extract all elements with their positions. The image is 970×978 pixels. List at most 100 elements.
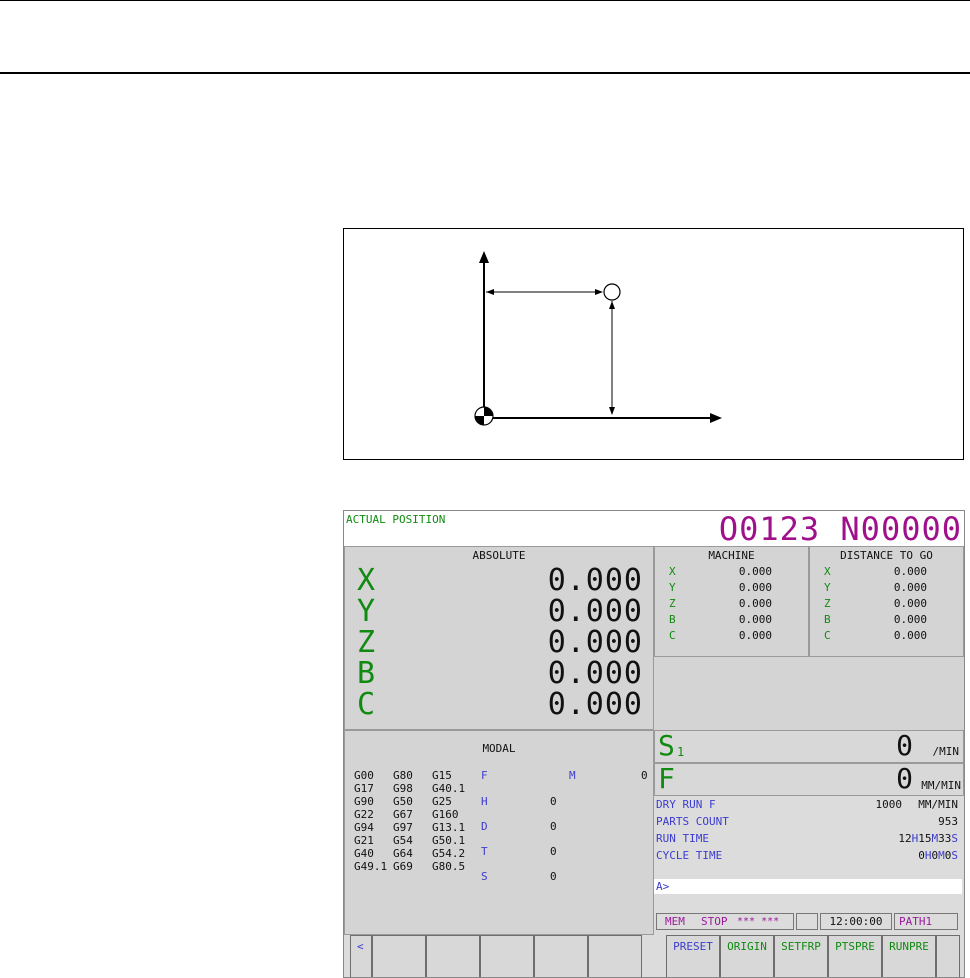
spindle-unit: /MIN (932, 745, 960, 758)
blank-pane (654, 657, 964, 730)
distance-value: 0.000 (893, 597, 927, 610)
softkey-next[interactable] (936, 935, 960, 977)
softkey-blank-5[interactable] (588, 935, 642, 977)
cycle-time-label: CYCLE TIME (656, 849, 723, 862)
g-code: G54.2 (432, 847, 466, 860)
feed-value: 0 (896, 762, 913, 795)
modal-d-value: 0 (550, 820, 557, 833)
parts-count-row: PARTS COUNT 953 (654, 814, 964, 830)
absolute-pane: ABSOLUTE X 0.000 Y 0.000 Z 0.000 B 0.000… (344, 546, 654, 730)
g-code: G40.1 (432, 782, 466, 795)
softkey-ptspre-label: PTSPRE (835, 940, 875, 953)
g-code: G80.5 (432, 860, 466, 873)
g-code: G22 (354, 808, 374, 821)
absolute-row-b: B 0.000 (345, 658, 653, 689)
distance-axis-label: Z (824, 597, 831, 610)
g-code: G160 (432, 808, 459, 821)
absolute-axis-label: B (357, 656, 376, 691)
dry-run-unit: MM/MIN (918, 798, 958, 811)
distance-row-y: Y 0.000 (810, 580, 963, 596)
distance-value: 0.000 (893, 565, 927, 578)
spindle-sub: 1 (677, 745, 685, 759)
chevron-left-icon: < (357, 940, 364, 953)
x-axis-arrowhead (710, 413, 722, 423)
status-state: STOP (701, 915, 728, 928)
distance-row-c: C 0.000 (810, 628, 963, 644)
machine-row-y: Y 0.000 (655, 580, 808, 596)
softkey-runpre[interactable]: RUNPRE (882, 935, 936, 977)
status-time: 12:00:00 (829, 915, 883, 928)
absolute-value: 0.000 (547, 687, 643, 722)
g-code: G50.1 (432, 834, 466, 847)
cycle-time-value: 0H0M0S (918, 848, 958, 864)
g-code: G67 (393, 808, 413, 821)
softkey-back[interactable]: < (350, 935, 372, 977)
softkey-setfrp[interactable]: SETFRP (774, 935, 828, 977)
softkey-blank-1[interactable] (372, 935, 426, 977)
absolute-value: 0.000 (547, 656, 643, 691)
softkey-origin-label: ORIGIN (727, 940, 767, 953)
g-code: G54 (393, 834, 413, 847)
g-code: G21 (354, 834, 374, 847)
g-code: G49.1 (354, 860, 388, 873)
machine-value: 0.000 (738, 629, 772, 642)
status-mode: MEM (665, 915, 685, 928)
status-bar: MEM STOP *** *** 12:00:00 PATH1 (654, 913, 964, 931)
softkey-blank-3[interactable] (480, 935, 534, 977)
machine-axis-label: B (669, 613, 676, 626)
spindle-label: S (658, 729, 675, 762)
machine-value: 0.000 (738, 565, 772, 578)
machine-value: 0.000 (738, 581, 772, 594)
input-line[interactable]: A> (654, 879, 962, 894)
g-code: G40 (354, 847, 374, 860)
distance-axis-label: X (824, 565, 831, 578)
modal-m-value: 0 (641, 769, 648, 782)
modal-t-value: 0 (550, 845, 557, 858)
dry-run-value: 1000 (875, 798, 903, 811)
machine-value: 0.000 (738, 597, 772, 610)
status-path: PATH1 (899, 915, 933, 928)
softkey-ptspre[interactable]: PTSPRE (828, 935, 882, 977)
softkey-preset-label: PRESET (673, 940, 713, 953)
distance-row-b: B 0.000 (810, 612, 963, 628)
g-code: G64 (393, 847, 413, 860)
absolute-row-y: Y 0.000 (345, 596, 653, 627)
run-time-hours: 12 (898, 832, 912, 845)
softkey-preset[interactable]: PRESET (666, 935, 720, 977)
distance-axis-label: B (824, 613, 831, 626)
spindle-pane: S 1 0 /MIN (654, 730, 964, 763)
run-time-row: RUN TIME 12H15M33S (654, 831, 964, 847)
absolute-value: 0.000 (547, 625, 643, 660)
cycle-time-row: CYCLE TIME 0H0M0S (654, 848, 964, 864)
cycle-time-s-unit: S (951, 849, 958, 862)
input-prompt: A> (656, 880, 670, 893)
machine-axis-label: X (669, 565, 676, 578)
feed-unit: MM/MIN (921, 779, 961, 792)
modal-h-label: H (481, 795, 488, 808)
g-code: G00 (354, 769, 374, 782)
feed-pane: F 0 MM/MIN (654, 763, 964, 796)
coordinate-diagram (474, 251, 722, 426)
machine-row-x: X 0.000 (655, 564, 808, 580)
cnc-screen: ACTUAL POSITION O0123 N00000 ABSOLUTE X … (343, 510, 965, 978)
run-time-s-unit: S (951, 832, 958, 845)
softkey-blank-4[interactable] (534, 935, 588, 977)
softkey-runpre-label: RUNPRE (889, 940, 929, 953)
softkey-origin[interactable]: ORIGIN (720, 935, 774, 977)
distance-row-x: X 0.000 (810, 564, 963, 580)
machine-row-c: C 0.000 (655, 628, 808, 644)
softkey-blank-2[interactable] (426, 935, 480, 977)
g-code: G98 (393, 782, 413, 795)
target-point (603, 283, 621, 301)
run-time-seconds: 33 (938, 832, 952, 845)
softkey-setfrp-label: SETFRP (781, 940, 821, 953)
y-axis-arrowhead (479, 251, 489, 263)
distance-header: DISTANCE TO GO (840, 549, 933, 562)
spindle-value: 0 (896, 729, 913, 762)
g-code: G17 (354, 782, 374, 795)
g-code: G80 (393, 769, 413, 782)
g-code: G13.1 (432, 821, 466, 834)
cycle-time-m-unit: M (938, 849, 945, 862)
distance-axis-label: Y (824, 581, 831, 594)
modal-h-value: 0 (550, 795, 557, 808)
